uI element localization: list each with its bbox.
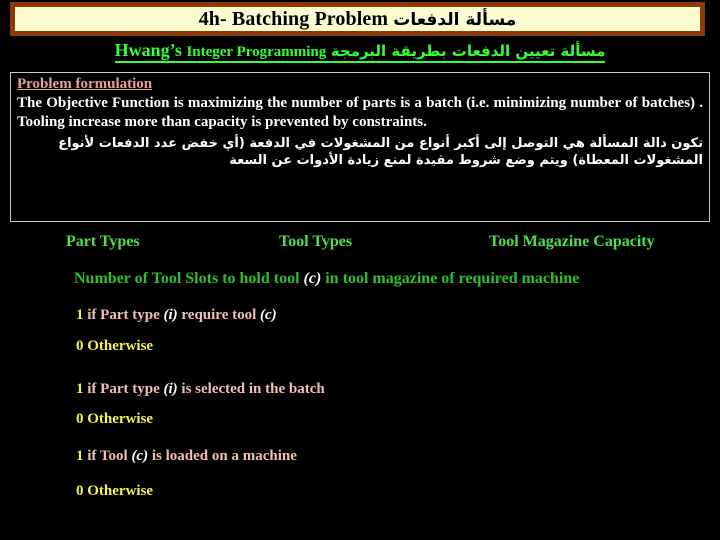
definition-2-text: Otherwise — [83, 338, 154, 354]
slide-title-box: 4h- Batching Problem مسألة الدفعات — [10, 2, 705, 36]
index-labels-row: Part Types Tool Types Tool Magazine Capa… — [0, 234, 720, 256]
definition-2-number: 0 — [76, 338, 84, 354]
slide-title: 4h- Batching Problem مسألة الدفعات — [199, 9, 517, 29]
definition-1-variable-c: (c) — [260, 307, 277, 323]
presentation-slide: 4h- Batching Problem مسألة الدفعات Hwang… — [0, 0, 720, 540]
tool-slots-description: Number of Tool Slots to hold tool (c) in… — [74, 271, 579, 287]
problem-formulation-box: Problem formulation The Objective Functi… — [10, 72, 710, 222]
label-tool-types: Tool Types — [279, 233, 353, 250]
subtitle-author: Hwang’s — [114, 40, 182, 60]
subtitle-arabic: مسألة تعيين الدفعات بطريقة البرمجة — [330, 42, 606, 60]
problem-formulation-paragraph: The Objective Function is maximizing the… — [17, 95, 703, 131]
definition-line-6: 0 Otherwise — [76, 484, 153, 499]
slide-subtitle-underlined: Hwang’s Integer Programming مسألة تعيين … — [114, 40, 606, 64]
definition-1-number: 1 — [76, 307, 84, 323]
subtitle-method: Integer Programming — [186, 44, 327, 60]
definition-3-text-before: if Part type — [83, 381, 164, 397]
problem-formulation-heading: Problem formulation — [17, 76, 153, 92]
definition-5-text-middle: is loaded on a machine — [148, 448, 297, 464]
tool-slots-variable-c: (c) — [303, 270, 322, 287]
definition-5-number: 1 — [76, 448, 84, 464]
definition-1-text-middle: require tool — [177, 307, 261, 323]
slide-title-arabic: مسألة الدفعات — [393, 10, 517, 30]
definition-6-number: 0 — [76, 483, 84, 499]
definition-4-text: Otherwise — [83, 411, 154, 427]
definition-line-2: 0 Otherwise — [76, 339, 153, 354]
definition-4-number: 0 — [76, 411, 84, 427]
tool-slots-text-before: Number of Tool Slots to hold tool — [74, 270, 304, 287]
slide-subtitle: Hwang’s Integer Programming مسألة تعيين … — [0, 40, 720, 64]
definition-5-text-before: if Tool — [83, 448, 132, 464]
definition-line-5: 1 if Tool (c) is loaded on a machine — [76, 449, 297, 464]
problem-formulation-arabic-paragraph: تكون دالة المسألة هي التوصل إلى أكبر أنو… — [58, 135, 703, 169]
label-tool-magazine-capacity: Tool Magazine Capacity — [489, 233, 655, 250]
definition-5-variable-c: (c) — [131, 448, 149, 464]
definition-1-text-before: if Part type — [83, 307, 164, 323]
tool-slots-text-after: in tool magazine of required machine — [321, 270, 580, 287]
definition-3-number: 1 — [76, 381, 84, 397]
definition-3-variable-i: (i) — [163, 381, 178, 397]
definition-line-4: 0 Otherwise — [76, 412, 153, 427]
label-part-types: Part Types — [66, 233, 140, 250]
slide-title-english: 4h- Batching Problem — [198, 8, 389, 30]
definition-1-variable-i: (i) — [163, 307, 178, 323]
definition-6-text: Otherwise — [83, 483, 154, 499]
definition-3-text-middle: is selected in the batch — [177, 381, 325, 397]
definition-line-1: 1 if Part type (i) require tool (c) — [76, 308, 277, 323]
definition-line-3: 1 if Part type (i) is selected in the ba… — [76, 382, 325, 397]
